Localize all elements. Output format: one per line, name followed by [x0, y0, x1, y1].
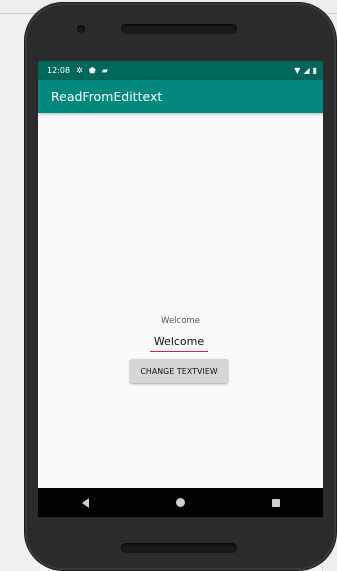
app-title: ReadFromEdittext	[51, 89, 163, 104]
recents-icon[interactable]	[271, 498, 280, 507]
wifi-icon: ▼	[294, 65, 301, 75]
battery-icon: ▮	[312, 65, 317, 75]
navigation-bar	[38, 488, 323, 517]
speaker-grille-top	[121, 24, 237, 34]
sd-card-icon: ▰	[101, 65, 108, 75]
signal-icon: ◢	[303, 65, 310, 75]
main-content: Welcome Welcome CHANGE TEXTVIEW	[38, 113, 323, 488]
status-time: 12:08	[47, 66, 71, 75]
back-icon[interactable]	[81, 497, 89, 508]
speaker-grille-bottom	[121, 543, 237, 553]
change-textview-button[interactable]: CHANGE TEXTVIEW	[130, 359, 228, 383]
device-screen: 12:08 ✲ ⬟ ▰ ▼ ◢ ▮ ReadFromEdittext Welco…	[38, 61, 323, 517]
welcome-textview: Welcome	[161, 316, 200, 326]
gear-icon: ✲	[76, 65, 83, 75]
home-icon[interactable]	[175, 498, 185, 507]
welcome-edittext[interactable]: Welcome	[150, 332, 208, 352]
shield-icon: ⬟	[88, 65, 96, 75]
phone-frame: 12:08 ✲ ⬟ ▰ ▼ ◢ ▮ ReadFromEdittext Welco…	[25, 3, 336, 570]
camera-icon	[77, 25, 85, 33]
status-bar: 12:08 ✲ ⬟ ▰ ▼ ◢ ▮	[38, 61, 323, 80]
app-bar: ReadFromEdittext	[38, 80, 323, 113]
